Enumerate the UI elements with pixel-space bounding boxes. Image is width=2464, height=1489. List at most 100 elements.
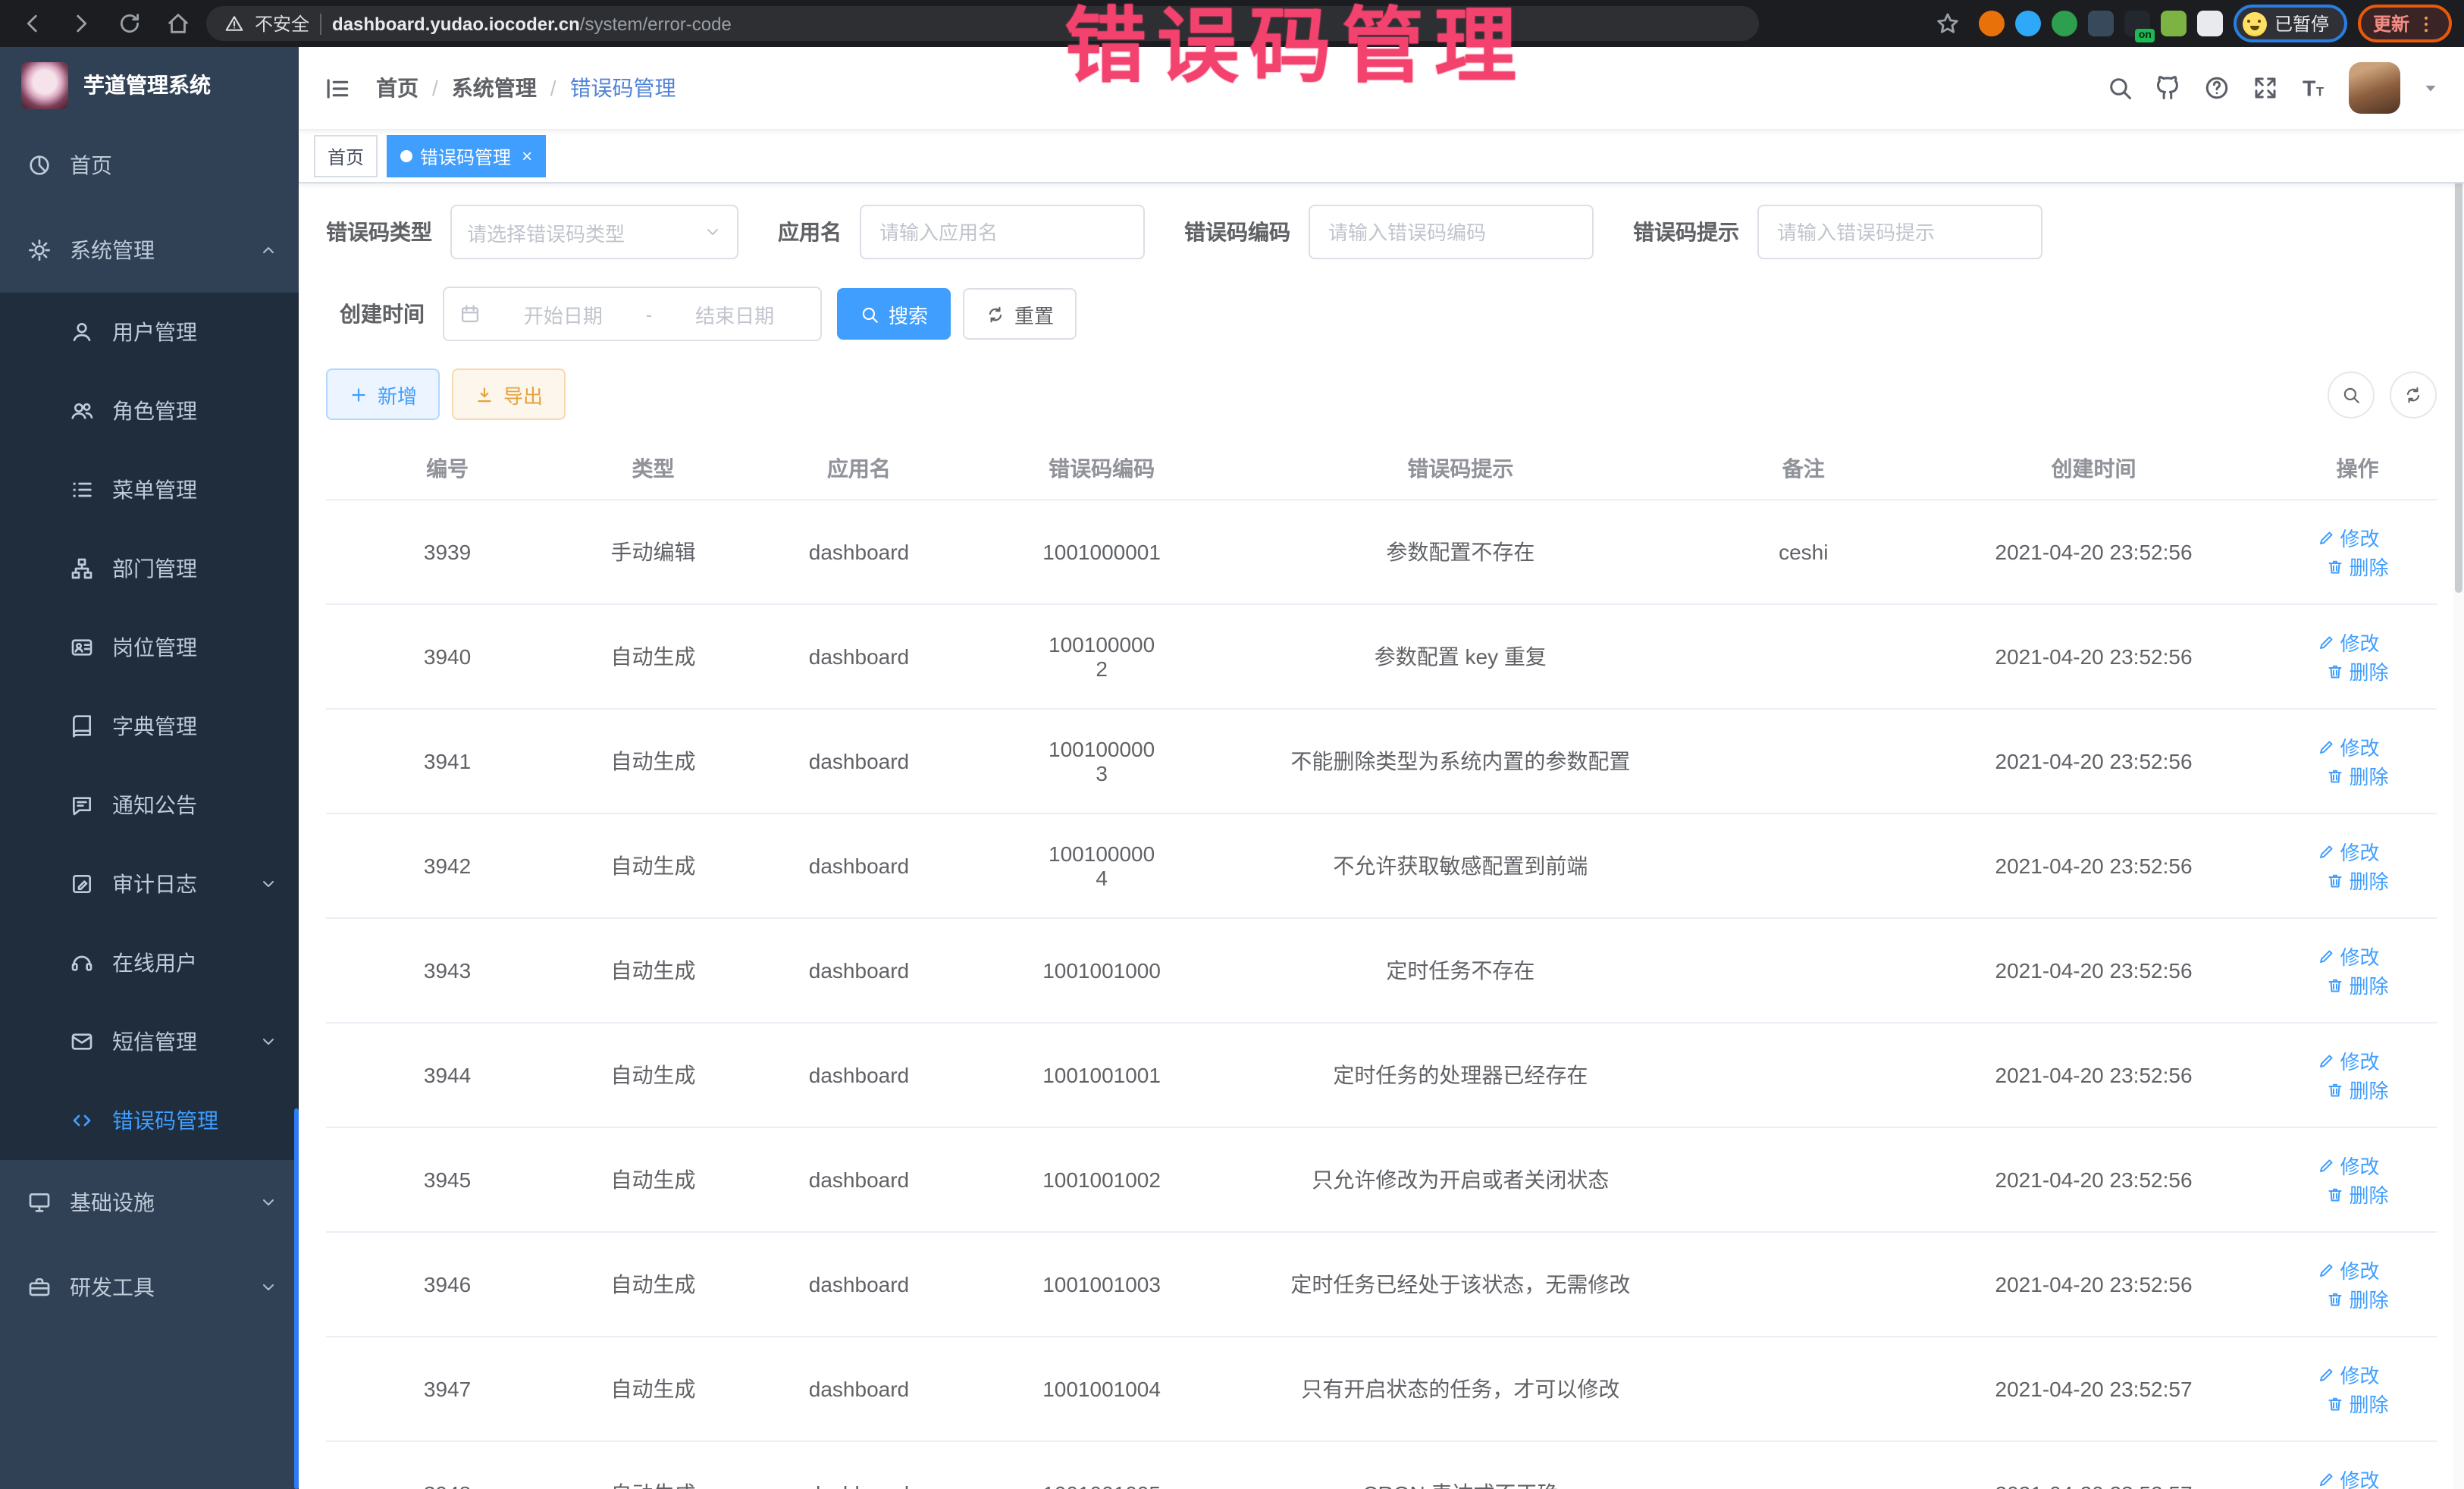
edit-link[interactable]: 修改 <box>2318 732 2380 761</box>
cell-app: dashboard <box>738 1023 980 1127</box>
date-separator: - <box>646 303 653 325</box>
tab-home[interactable]: 首页 <box>314 135 378 177</box>
cell-remark <box>1698 813 1909 918</box>
browser-back-button[interactable] <box>12 4 52 43</box>
tab-error-code-management[interactable]: 错误码管理 × <box>387 135 546 177</box>
edit-link[interactable]: 修改 <box>2318 523 2380 552</box>
error-type-select[interactable]: 请选择错误码类型 <box>450 205 738 259</box>
export-button[interactable]: 导出 <box>452 368 566 420</box>
refresh-table-button[interactable] <box>2390 371 2437 418</box>
help-icon[interactable] <box>2203 74 2230 102</box>
breadcrumb-item-1[interactable]: 系统管理 <box>452 73 537 103</box>
browser-reload-button[interactable] <box>109 4 149 43</box>
sidebar-item-user-management[interactable]: 用户管理 <box>0 293 299 371</box>
sidebar-scrollbar-thumb[interactable] <box>294 1108 299 1489</box>
message-icon <box>70 1030 94 1054</box>
page-scrollbar-thumb[interactable] <box>2455 138 2462 593</box>
sidebar-item-notice-announcement[interactable]: 通知公告 <box>0 766 299 845</box>
edit-link[interactable]: 修改 <box>2318 1360 2380 1389</box>
bookmark-star-button[interactable] <box>1929 4 1968 43</box>
cell-type: 自动生成 <box>569 604 738 709</box>
cell-msg: 定时任务已经处于该状态，无需修改 <box>1223 1232 1698 1337</box>
sidebar-item-role-management[interactable]: 角色管理 <box>0 371 299 450</box>
github-icon[interactable] <box>2155 74 2182 102</box>
fullscreen-icon[interactable] <box>2252 74 2279 102</box>
edit-link[interactable]: 修改 <box>2318 1151 2380 1180</box>
tab-close-icon[interactable]: × <box>522 146 532 167</box>
sidebar-item-dev-tools[interactable]: 研发工具 <box>0 1245 299 1330</box>
edit-link[interactable]: 修改 <box>2318 1255 2380 1284</box>
reset-button[interactable]: 重置 <box>963 288 1077 340</box>
profile-chip[interactable]: 已暂停 <box>2234 5 2347 42</box>
profile-emoji-icon <box>2243 11 2267 36</box>
sidebar-item-sms-management[interactable]: 短信管理 <box>0 1002 299 1081</box>
ext-blue-gem-icon[interactable] <box>2015 11 2041 36</box>
address-bar[interactable]: 不安全 dashboard.yudao.iocoder.cn/system/er… <box>206 6 1759 41</box>
sidebar-item-post-management[interactable]: 岗位管理 <box>0 608 299 687</box>
delete-link[interactable]: 删除 <box>2327 761 2389 790</box>
caret-down-icon[interactable] <box>2422 79 2440 97</box>
cell-time: 2021-04-20 23:52:57 <box>1909 1337 2278 1441</box>
user-avatar[interactable] <box>2349 62 2400 114</box>
edit-link[interactable]: 修改 <box>2318 942 2380 970</box>
browser-menu-icon[interactable] <box>2415 13 2437 34</box>
browser-update-button[interactable]: 更新 <box>2358 5 2452 42</box>
sidebar-item-online-users[interactable]: 在线用户 <box>0 923 299 1002</box>
screenshot-root: 不安全 dashboard.yudao.iocoder.cn/system/er… <box>0 0 2464 1489</box>
hamburger-icon[interactable] <box>323 74 352 102</box>
ext-green-key-icon[interactable] <box>2161 11 2187 36</box>
error-msg-input[interactable] <box>1774 219 2026 245</box>
font-size-icon[interactable]: TT <box>2300 74 2328 102</box>
sidebar-item-error-code-management[interactable]: 错误码管理 <box>0 1081 299 1160</box>
cell-id: 3944 <box>326 1023 569 1127</box>
delete-link[interactable]: 删除 <box>2327 552 2389 581</box>
delete-link[interactable]: 删除 <box>2327 1284 2389 1313</box>
sidebar-item-menu-management[interactable]: 菜单管理 <box>0 450 299 529</box>
ext-orange-circle-icon[interactable] <box>1979 11 2005 36</box>
delete-link[interactable]: 删除 <box>2327 657 2389 685</box>
delete-link[interactable]: 删除 <box>2327 1389 2389 1418</box>
ext-dark-list-icon[interactable]: on <box>2124 11 2150 36</box>
column-header-3: 错误码编码 <box>980 438 1223 500</box>
add-button[interactable]: 新增 <box>326 368 440 420</box>
breadcrumb: 首页/系统管理/错误码管理 <box>376 73 676 103</box>
cell-time: 2021-04-20 23:52:56 <box>1909 709 2278 813</box>
ext-blue-grid-icon[interactable] <box>2088 11 2114 36</box>
cell-actions: 修改删除 <box>2278 709 2437 813</box>
cell-actions: 修改删除 <box>2278 1127 2437 1232</box>
browser-toolbar: 不安全 dashboard.yudao.iocoder.cn/system/er… <box>0 0 2464 47</box>
warning-icon <box>224 14 244 33</box>
error-code-input[interactable] <box>1325 219 1577 245</box>
trash-icon <box>2327 871 2345 889</box>
trash-icon <box>2327 976 2345 994</box>
column-header-1: 类型 <box>569 438 738 500</box>
sidebar-item-dept-management[interactable]: 部门管理 <box>0 529 299 608</box>
sidebar-item-dict-management[interactable]: 字典管理 <box>0 687 299 766</box>
edit-link[interactable]: 修改 <box>2318 628 2380 657</box>
edit-link[interactable]: 修改 <box>2318 1465 2380 1489</box>
delete-link[interactable]: 删除 <box>2327 1075 2389 1104</box>
toggle-search-button[interactable] <box>2328 371 2375 418</box>
edit-link[interactable]: 修改 <box>2318 1046 2380 1075</box>
browser-home-button[interactable] <box>158 4 197 43</box>
active-dot <box>400 150 412 162</box>
id-badge-icon <box>70 635 94 660</box>
sidebar-item-system-management[interactable]: 系统管理 <box>0 208 299 293</box>
edit-link[interactable]: 修改 <box>2318 837 2380 866</box>
sidebar-item-infrastructure[interactable]: 基础设施 <box>0 1160 299 1245</box>
browser-forward-button[interactable] <box>61 4 100 43</box>
cell-app: dashboard <box>738 604 980 709</box>
ext-white-puzzle-icon[interactable] <box>2197 11 2223 36</box>
search-button[interactable]: 搜索 <box>837 288 951 340</box>
delete-link[interactable]: 删除 <box>2327 1180 2389 1208</box>
app-name-input[interactable] <box>876 219 1128 245</box>
sidebar-item-home[interactable]: 首页 <box>0 123 299 208</box>
sidebar-item-audit-log[interactable]: 审计日志 <box>0 845 299 923</box>
delete-link[interactable]: 删除 <box>2327 866 2389 895</box>
search-icon[interactable] <box>2106 74 2133 102</box>
ext-green-circle-icon[interactable] <box>2052 11 2077 36</box>
breadcrumb-item-0[interactable]: 首页 <box>376 73 419 103</box>
edit-icon <box>2318 842 2336 860</box>
delete-link[interactable]: 删除 <box>2327 970 2389 999</box>
date-range-picker[interactable]: 开始日期 - 结束日期 <box>443 287 822 341</box>
